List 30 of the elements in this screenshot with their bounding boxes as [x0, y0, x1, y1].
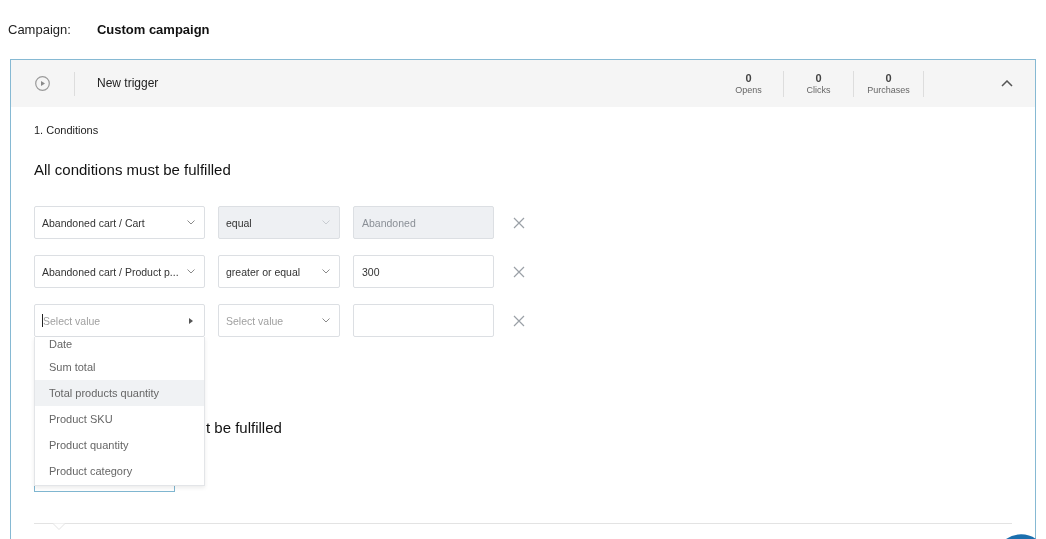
- stat-value: 0: [745, 71, 752, 85]
- dropdown-option[interactable]: Date: [35, 337, 204, 354]
- section-title: 1. Conditions: [34, 123, 99, 137]
- close-icon[interactable]: [513, 314, 525, 327]
- attribute-select[interactable]: Abandoned cart / Product p...: [34, 255, 205, 288]
- trigger-title: New trigger: [97, 76, 159, 91]
- chevron-up-icon[interactable]: [1001, 80, 1013, 87]
- campaign-label: Campaign:: [8, 21, 71, 38]
- attribute-select[interactable]: Abandoned cart / Cart: [34, 206, 205, 239]
- button-outline[interactable]: [34, 486, 175, 492]
- round-button[interactable]: [1006, 534, 1036, 539]
- close-icon[interactable]: [513, 265, 525, 278]
- dropdown-option[interactable]: Total products quantity: [35, 380, 204, 406]
- dropdown-option[interactable]: Sum total: [35, 354, 204, 380]
- operator-select[interactable]: greater or equal: [218, 255, 340, 288]
- campaign-name: Custom campaign: [96, 21, 210, 38]
- dropdown-option[interactable]: Product SKU: [35, 406, 204, 432]
- dropdown-option[interactable]: Product category: [35, 458, 204, 484]
- value-input[interactable]: [353, 304, 494, 337]
- dropdown-option[interactable]: Product quantity: [35, 432, 204, 458]
- group-heading: All conditions must be fulfilled: [34, 160, 231, 180]
- stat-label: Opens: [735, 84, 762, 96]
- stat-value: 0: [815, 71, 822, 85]
- value-input[interactable]: 300: [353, 255, 494, 288]
- stat-label: Purchases: [867, 84, 910, 96]
- stat-value: 0: [885, 71, 892, 85]
- stat-label: Clicks: [806, 84, 831, 96]
- play-icon[interactable]: [35, 76, 50, 91]
- group-heading: t be fulfilled: [206, 418, 282, 438]
- close-icon[interactable]: [513, 216, 525, 229]
